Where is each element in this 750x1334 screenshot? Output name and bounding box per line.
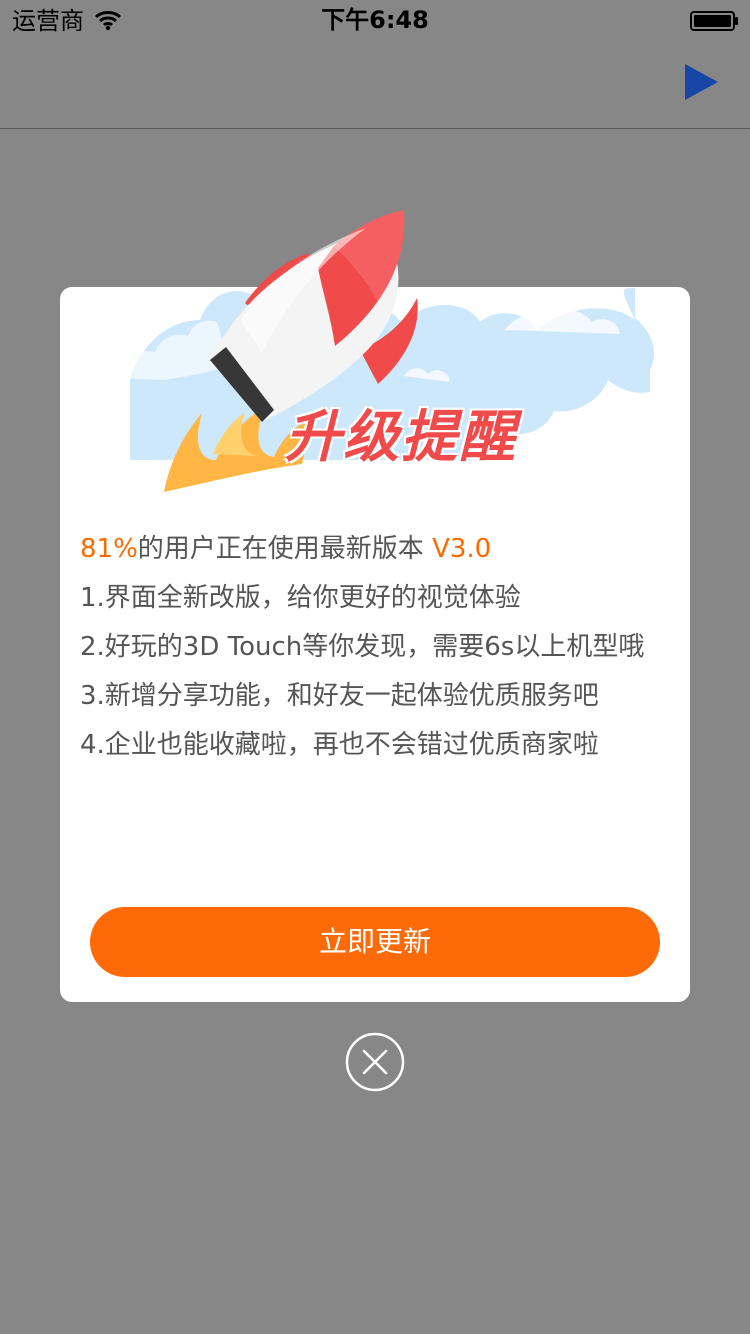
play-icon[interactable] [682, 62, 720, 102]
navigation-bar [0, 40, 750, 129]
feature-item-3: 3.新增分享功能，和好友一起体验优质服务吧 [80, 681, 599, 711]
close-icon[interactable] [345, 1032, 405, 1092]
feature-item-4: 4.企业也能收藏啦，再也不会错过优质商家啦 [80, 730, 599, 760]
feature-item-2: 2.好玩的3D Touch等你发现，需要6s以上机型哦 [80, 632, 645, 662]
usage-percent: 81% [80, 534, 138, 564]
update-title: 升级提醒 [285, 405, 517, 470]
usage-text: 的用户正在使用最新版本 [137, 534, 424, 564]
feature-item-1: 1.界面全新改版，给你更好的视觉体验 [80, 583, 521, 613]
status-bar: 运营商 下午6:48 [0, 0, 750, 40]
battery-icon [690, 11, 738, 31]
version-label: V3.0 [432, 534, 492, 564]
update-now-button[interactable]: 立即更新 [90, 907, 660, 977]
usage-line: 81%的用户正在使用最新版本 V3.0 [80, 525, 670, 574]
update-description: 81%的用户正在使用最新版本 V3.0 1.界面全新改版，给你更好的视觉体验 2… [80, 525, 670, 770]
status-time: 下午6:48 [321, 6, 429, 34]
